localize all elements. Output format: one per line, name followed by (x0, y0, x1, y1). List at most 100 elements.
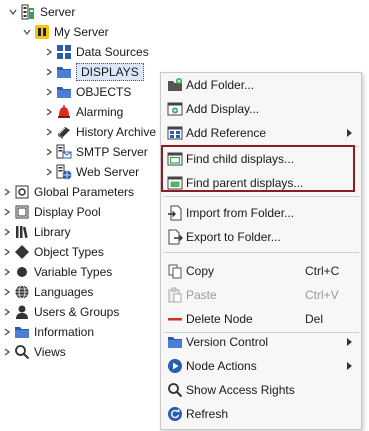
users-icon (14, 304, 30, 320)
chevron-right-icon[interactable] (0, 322, 14, 342)
data-sources-icon (56, 44, 72, 60)
chevron-right-icon[interactable] (42, 122, 56, 142)
menu-label: Copy (186, 264, 215, 278)
menu-item-export-to-folder[interactable]: Export to Folder... (161, 225, 361, 249)
chevron-right-icon[interactable] (0, 202, 14, 222)
server-icon (20, 4, 36, 20)
chevron-right-icon[interactable] (42, 162, 56, 182)
tree-label: SMTP Server (76, 145, 148, 159)
folder-icon (167, 334, 183, 350)
menu-item-delete-node[interactable]: Delete Node Del (161, 307, 361, 331)
add-display-icon (167, 101, 183, 117)
tree-node-objects[interactable]: OBJECTS (42, 82, 131, 102)
menu-item-add-reference[interactable]: Add Reference (161, 121, 361, 145)
shortcut-label: Ctrl+V (305, 288, 339, 302)
chevron-down-icon[interactable] (6, 2, 20, 22)
tree-label: OBJECTS (76, 85, 132, 99)
import-icon (167, 205, 183, 221)
tree-node-web-server[interactable]: Web Server (42, 162, 139, 182)
menu-item-version-control[interactable]: Version Control (161, 330, 361, 354)
tree-label: History Archive (76, 125, 157, 139)
submenu-arrow-icon (345, 126, 355, 140)
server-instance-icon (34, 24, 50, 40)
tree-node-alarming[interactable]: Alarming (42, 102, 123, 122)
menu-label: Paste (186, 288, 217, 302)
chevron-right-icon[interactable] (42, 102, 56, 122)
chevron-right-icon[interactable] (42, 142, 56, 162)
menu-label: Node Actions (186, 359, 257, 373)
chevron-right-icon[interactable] (0, 282, 14, 302)
tree-label: Global Parameters (34, 185, 135, 199)
chevron-down-icon[interactable] (20, 22, 34, 42)
menu-label: Show Access Rights (186, 383, 295, 397)
tree-node-views[interactable]: Views (0, 342, 66, 362)
tree-label: Information (34, 325, 95, 339)
tree-node-my-server[interactable]: My Server (20, 22, 109, 42)
chevron-right-icon[interactable] (0, 222, 14, 242)
archive-book-icon (56, 124, 72, 140)
chevron-right-icon[interactable] (0, 302, 14, 322)
paste-icon (167, 287, 183, 303)
tree-label: Server (40, 5, 76, 19)
tree-node-library[interactable]: Library (0, 222, 71, 242)
tree-label: DISPLAYS (76, 63, 144, 81)
menu-label: Add Folder... (186, 78, 255, 92)
chevron-right-icon[interactable] (0, 342, 14, 362)
folder-icon (14, 324, 30, 340)
submenu-arrow-icon (345, 359, 355, 373)
menu-item-copy[interactable]: Copy Ctrl+C (161, 259, 361, 283)
magnifier-icon (14, 344, 30, 360)
tree-node-information[interactable]: Information (0, 322, 94, 342)
chevron-right-icon[interactable] (42, 82, 56, 102)
tree-node-history-archive[interactable]: History Archive (42, 122, 156, 142)
menu-item-paste[interactable]: Paste Ctrl+V (161, 283, 361, 307)
menu-label: Refresh (186, 407, 229, 421)
tree-node-object-types[interactable]: Object Types (0, 242, 104, 262)
tree-node-variable-types[interactable]: Variable Types (0, 262, 112, 282)
tree-label: Library (34, 225, 71, 239)
chevron-right-icon[interactable] (0, 242, 14, 262)
variable-types-icon (14, 264, 30, 280)
menu-separator (163, 196, 359, 197)
tree-label: Alarming (76, 105, 124, 119)
menu-item-show-access-rights[interactable]: Show Access Rights (161, 378, 361, 402)
menu-item-add-folder[interactable]: Add Folder... (161, 73, 361, 97)
tree-node-displays[interactable]: DISPLAYS (42, 62, 144, 82)
tree-label: Variable Types (34, 265, 113, 279)
chevron-right-icon[interactable] (0, 182, 14, 202)
chevron-right-icon[interactable] (42, 42, 56, 62)
delete-icon (167, 311, 183, 327)
tree-node-server[interactable]: Server (6, 2, 75, 22)
library-icon (14, 224, 30, 240)
context-menu: Add Folder... Add Display... Add Referen… (160, 72, 362, 430)
tree-label: Display Pool (34, 205, 101, 219)
menu-label: Version Control (186, 335, 269, 349)
tree-label: Views (34, 345, 66, 359)
menu-item-add-display[interactable]: Add Display... (161, 97, 361, 121)
menu-label: Import from Folder... (186, 206, 295, 220)
chevron-right-icon[interactable] (0, 262, 14, 282)
submenu-arrow-icon (345, 335, 355, 349)
menu-item-refresh[interactable]: Refresh (161, 402, 361, 426)
global-parameters-icon (14, 184, 30, 200)
languages-icon (14, 284, 30, 300)
menu-item-import-from-folder[interactable]: Import from Folder... (161, 201, 361, 225)
highlight-box (161, 145, 355, 192)
tree-label: Web Server (76, 165, 140, 179)
shortcut-label: Del (305, 312, 324, 326)
tree-label: Data Sources (76, 45, 149, 59)
folder-icon (56, 84, 72, 100)
tree-node-smtp-server[interactable]: SMTP Server (42, 142, 148, 162)
tree-node-languages[interactable]: Languages (0, 282, 93, 302)
menu-label: Export to Folder... (186, 230, 281, 244)
tree-node-data-sources[interactable]: Data Sources (42, 42, 149, 62)
menu-label: Add Reference (186, 126, 267, 140)
copy-icon (167, 263, 183, 279)
menu-item-node-actions[interactable]: Node Actions (161, 354, 361, 378)
tree-node-global-parameters[interactable]: Global Parameters (0, 182, 134, 202)
chevron-right-icon[interactable] (42, 62, 56, 82)
tree-node-users-groups[interactable]: Users & Groups (0, 302, 119, 322)
menu-label: Add Display... (186, 102, 260, 116)
tree-node-display-pool[interactable]: Display Pool (0, 202, 101, 222)
refresh-icon (167, 406, 183, 422)
